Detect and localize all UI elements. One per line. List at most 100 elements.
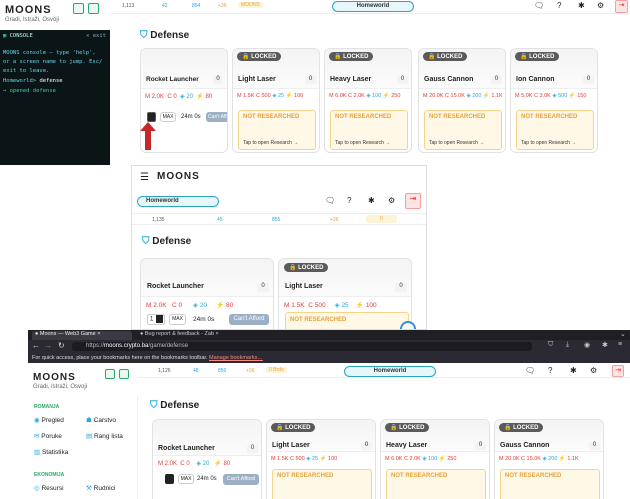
- messages-icon[interactable]: 🗨: [525, 366, 535, 375]
- logout-icon[interactable]: ⇥: [615, 0, 628, 13]
- tab-active[interactable]: ● Moons — Web3 Game ×: [32, 331, 132, 340]
- defense-card[interactable]: 🔒 LOCKED Heavy Laser 0 M 6.0K C 2.0K ◈ 100 …: [380, 419, 490, 499]
- not-researched-box[interactable]: NOT RESEARCHED Tap to open Research →: [238, 110, 316, 150]
- defense-card[interactable]: Rocket Launcher 0 M 2.0K C 0 ◈ 20 ⚡ 80 M…: [152, 419, 262, 499]
- gear-icon[interactable]: ⚙: [597, 1, 604, 10]
- planet-selector[interactable]: Homeworld: [332, 1, 414, 12]
- stat-resource: +36: [218, 3, 227, 9]
- card-costs: M 1.5K C 500 ◈ 25 ⚡ 100: [237, 93, 304, 99]
- stats-bar: 1,135 45 855 +36 0: [132, 213, 426, 225]
- console-exit-button[interactable]: ✕ exit: [86, 33, 106, 39]
- qty-stepper[interactable]: [147, 112, 156, 122]
- card-costs: M 1.5K C 500 ◈ 25 ⚡ 100: [271, 456, 338, 462]
- build-time: 24m 0s: [197, 476, 217, 482]
- not-researched-box[interactable]: NOT RESEARCHED: [272, 469, 372, 499]
- url-bar[interactable]: https://moons.crypto.ba/game/defense: [72, 342, 532, 351]
- forward-icon[interactable]: →: [44, 341, 52, 350]
- stat-resource: +36: [246, 368, 255, 374]
- menu-icon[interactable]: ☰: [140, 172, 149, 183]
- planet-selector[interactable]: Homeworld: [344, 366, 436, 377]
- extensions-icon[interactable]: ✱: [602, 341, 608, 349]
- defense-card[interactable]: 🔒 LOCKED Gauss Cannon 0 M 20.0K C 15.0K ◈ 2…: [418, 48, 506, 153]
- max-button[interactable]: MAX: [160, 112, 176, 122]
- locked-badge: 🔒 LOCKED: [329, 52, 374, 61]
- locked-badge: 🔒 LOCKED: [271, 423, 316, 432]
- stat-resource: 855: [272, 217, 281, 223]
- defense-card[interactable]: 🔒 LOCKED Gauss Cannon 0 M 20.0K C 15.0K ◈ 2…: [494, 419, 604, 499]
- card-name: Ion Cannon: [516, 76, 555, 83]
- max-button[interactable]: MAX: [169, 314, 186, 325]
- research-link[interactable]: Tap to open Research →: [243, 140, 298, 146]
- app-subtitle: Gradi, Istraži, Osvoji: [33, 384, 88, 390]
- locked-badge: 🔒 LOCKED: [284, 263, 329, 272]
- not-researched-box[interactable]: NOT RESEARCHED Tap to open Research →: [330, 110, 408, 150]
- help-icon[interactable]: ?: [557, 1, 561, 10]
- gear-icon[interactable]: ⚙: [590, 366, 597, 375]
- messages-icon[interactable]: 🗨: [325, 196, 335, 205]
- manage-bookmarks-link[interactable]: Manage bookmarks…: [209, 355, 263, 361]
- console-line: MOONS console — type 'help',: [3, 50, 96, 56]
- reload-icon[interactable]: ↻: [58, 341, 65, 350]
- stat-badge: MOONS: [238, 2, 263, 8]
- cant-afford-button[interactable]: Can't Afford: [229, 314, 269, 325]
- planet-selector[interactable]: Homeworld: [137, 196, 219, 207]
- not-researched-box[interactable]: NOT RESEARCHED: [386, 469, 486, 499]
- sidebar-item[interactable]: ☗ Carstvo: [86, 416, 116, 424]
- sidebar-toggle-icon[interactable]: [73, 3, 84, 14]
- sidebar-item[interactable]: ▤ Rang lista: [86, 432, 123, 440]
- defense-card[interactable]: 🔒 LOCKED Light Laser 0 M 1.5K C 500 ◈ 25 ⚡ …: [232, 48, 320, 153]
- sidebar: ROMANJA ◉ Pregled ☗ Carstvo ✉ Poruke ▤ R…: [28, 396, 138, 499]
- cant-afford-button[interactable]: Can't Afford: [206, 112, 227, 122]
- fab-button[interactable]: [400, 321, 416, 329]
- stat-resource: 42: [162, 3, 168, 9]
- shield-icon[interactable]: ⛉: [548, 341, 553, 349]
- sidebar-item[interactable]: ◎ Resursi: [34, 484, 64, 492]
- logout-icon[interactable]: ⇥: [612, 365, 624, 377]
- defense-card[interactable]: 🔒 LOCKED Heavy Laser 0 M 6.0K C 2.0K ◈ 100 …: [324, 48, 412, 153]
- research-link[interactable]: Tap to open Research →: [429, 140, 484, 146]
- sidebar-toggle-icon[interactable]: [105, 369, 115, 379]
- sidebar-item[interactable]: ◉ Pregled: [34, 416, 64, 424]
- help-icon[interactable]: ?: [548, 366, 552, 375]
- research-link[interactable]: Tap to open Research →: [335, 140, 390, 146]
- card-costs: M 5.0K C 3.0K ◈ 500 ⚡ 150: [515, 93, 587, 99]
- not-researched-box[interactable]: NOT RESEARCHED: [500, 469, 600, 499]
- console-title: ▣ CONSOLE: [3, 33, 33, 39]
- app-subtitle: Gradi, Istraži, Osvoji: [5, 17, 60, 23]
- card-count: 0: [213, 76, 223, 84]
- max-button[interactable]: MAX: [178, 474, 194, 484]
- not-researched-box[interactable]: NOT RESEARCHED Tap to open Research →: [516, 110, 594, 150]
- sidebar-item[interactable]: ✉ Poruke: [34, 432, 62, 440]
- logout-icon[interactable]: ⇥: [405, 193, 421, 209]
- download-icon[interactable]: ⤓: [566, 341, 569, 349]
- sidebar-item[interactable]: ▥ Statistika: [34, 448, 68, 456]
- research-link[interactable]: Tap to open Research →: [521, 140, 576, 146]
- console-panel[interactable]: ▣ CONSOLE ✕ exit MOONS console — type 'h…: [0, 30, 110, 165]
- tab-list-icon[interactable]: ⌄: [620, 330, 626, 338]
- defense-card[interactable]: 🔒 LOCKED Light Laser 0 M 1.5K C 500 ◈ 25…: [278, 258, 412, 329]
- bug-icon[interactable]: ✱: [368, 196, 375, 205]
- not-researched-box[interactable]: NOT RESEARCHED Tap to open Research →: [424, 110, 502, 150]
- defense-card[interactable]: Rocket Launcher 0 M 2.0K C 0 ◈ 20 ⚡ 80 1…: [140, 258, 274, 329]
- locked-badge: 🔒 LOCKED: [499, 423, 544, 432]
- not-researched-box[interactable]: NOT RESEARCHED: [285, 312, 409, 329]
- account-icon[interactable]: ◉: [584, 341, 590, 349]
- defense-card[interactable]: 🔒 LOCKED Light Laser 0 M 1.5K C 500 ◈ 25 ⚡ …: [266, 419, 376, 499]
- help-icon[interactable]: ?: [347, 196, 351, 205]
- back-icon[interactable]: ←: [32, 341, 40, 350]
- bug-icon[interactable]: ✱: [578, 1, 585, 10]
- qty-stepper[interactable]: [165, 474, 174, 484]
- menu-icon[interactable]: ≡: [618, 341, 622, 348]
- cant-afford-button[interactable]: Can't Afford: [223, 474, 259, 485]
- locked-badge: 🔒 LOCKED: [385, 423, 430, 432]
- sidebar-item[interactable]: ⚒ Rudnici: [86, 484, 115, 492]
- qty-input[interactable]: 1: [147, 314, 165, 325]
- gear-icon[interactable]: ⚙: [388, 196, 395, 205]
- card-name: Rocket Launcher: [146, 76, 199, 83]
- panel-icon[interactable]: [88, 3, 99, 14]
- defense-card[interactable]: 🔒 LOCKED Ion Cannon 0 M 5.0K C 3.0K ◈ 500 ⚡…: [510, 48, 598, 153]
- tab[interactable]: ● Bug report & feedback - Zab ×: [140, 331, 240, 337]
- messages-icon[interactable]: 🗨: [534, 1, 544, 10]
- panel-icon[interactable]: [119, 369, 129, 379]
- bug-icon[interactable]: ✱: [570, 366, 577, 375]
